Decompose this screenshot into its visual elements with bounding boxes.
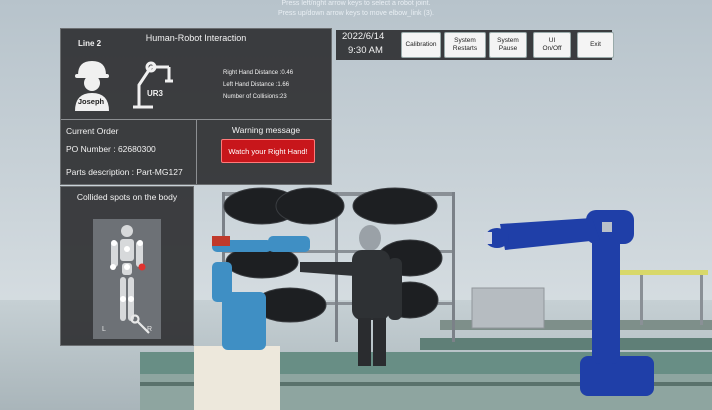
body-diagram: L R xyxy=(102,225,152,334)
body-diagram-frame: L R xyxy=(93,219,161,339)
worker-name: Joseph xyxy=(77,97,105,106)
ui-toggle-button[interactable]: UI On/Off xyxy=(533,32,571,58)
wrench-icon xyxy=(130,314,150,334)
panel-divider-vertical xyxy=(196,119,197,184)
current-order-label: Current Order xyxy=(66,126,119,136)
warning-right-hand-button[interactable]: Watch your Right Hand! xyxy=(221,139,315,163)
left-hand-distance: Left Hand Distance :1.66 xyxy=(223,82,290,88)
system-restarts-button[interactable]: System Restarts xyxy=(444,32,486,58)
hint-move-joint: Press up/down arrow keys to move elbow_l… xyxy=(277,10,434,17)
collided-spot-right-hand xyxy=(138,263,146,271)
collision-panel-title: Collided spots on the body xyxy=(76,192,178,202)
collision-count: Number of Collisions:23 xyxy=(223,94,287,100)
robot-arm-icon xyxy=(133,61,173,109)
left-side-label: L xyxy=(102,326,106,333)
hri-panel: Human-Robot Interaction Line 2 Joseph UR… xyxy=(60,28,332,185)
exit-button[interactable]: Exit xyxy=(577,32,614,58)
right-hand-distance: Right Hand Distance :0.46 xyxy=(223,70,294,76)
hint-select-joint: Press left/right arrow keys to select a … xyxy=(281,0,431,7)
robot-name: UR3 xyxy=(147,89,164,98)
date-display: 2022/6/14 xyxy=(342,31,385,42)
collision-panel: Collided spots on the body L R xyxy=(60,186,194,346)
warning-heading: Warning message xyxy=(231,125,301,135)
hri-panel-title: Human-Robot Interaction xyxy=(145,33,247,43)
system-pause-button[interactable]: System Pause xyxy=(489,32,527,58)
calibration-button[interactable]: Calibration xyxy=(401,32,441,58)
time-display: 9:30 AM xyxy=(348,45,383,56)
line-label: Line 2 xyxy=(78,39,102,48)
po-number: PO Number : 62680300 xyxy=(66,144,156,154)
parts-description: Parts description : Part-MG127 xyxy=(66,167,183,177)
